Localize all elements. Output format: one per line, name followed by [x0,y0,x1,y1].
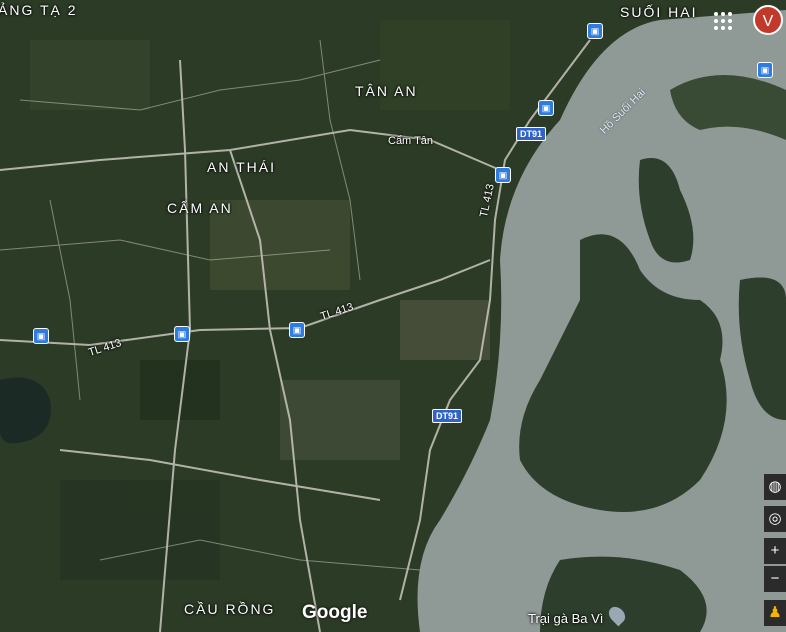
apps-grid-icon[interactable] [714,12,732,30]
road-label-cam-tan: Cẩm Tân [388,135,434,147]
pegman-icon[interactable]: ♟ [764,600,786,626]
bus-stop-icon[interactable]: ▣ [33,328,49,344]
account-avatar[interactable]: V [753,5,783,35]
poi-label-trai-ga: Trại gà Ba Vì [528,611,604,626]
place-label-cam-an: CẨM AN [167,200,233,216]
road-shield-dt91-north: DT91 [516,127,547,141]
place-label-tan-an: TÂN AN [355,83,418,99]
bus-stop-icon[interactable]: ▣ [587,23,603,39]
bus-stop-icon[interactable]: ▣ [495,167,511,183]
plus-icon[interactable]: + [764,538,786,564]
minus-icon[interactable]: − [764,566,786,592]
bus-stop-icon[interactable]: ▣ [538,100,554,116]
google-logo: Google [302,602,368,623]
place-label-cau-rong: CẦU RỒNG [184,601,276,617]
place-label-top-left: ẢNG TẠ 2 [0,2,78,18]
road-shield-dt91-south: DT91 [432,409,463,423]
bus-stop-icon[interactable]: ▣ [174,326,190,342]
place-label-suoi-hai: SUỐI HAI [620,4,698,20]
place-label-an-thai: AN THÁI [207,159,276,175]
locate-icon[interactable]: ◎ [764,506,786,532]
bus-stop-icon[interactable]: ▣ [757,62,773,78]
globe-icon[interactable]: ◍ [764,474,786,500]
bus-stop-icon[interactable]: ▣ [289,322,305,338]
